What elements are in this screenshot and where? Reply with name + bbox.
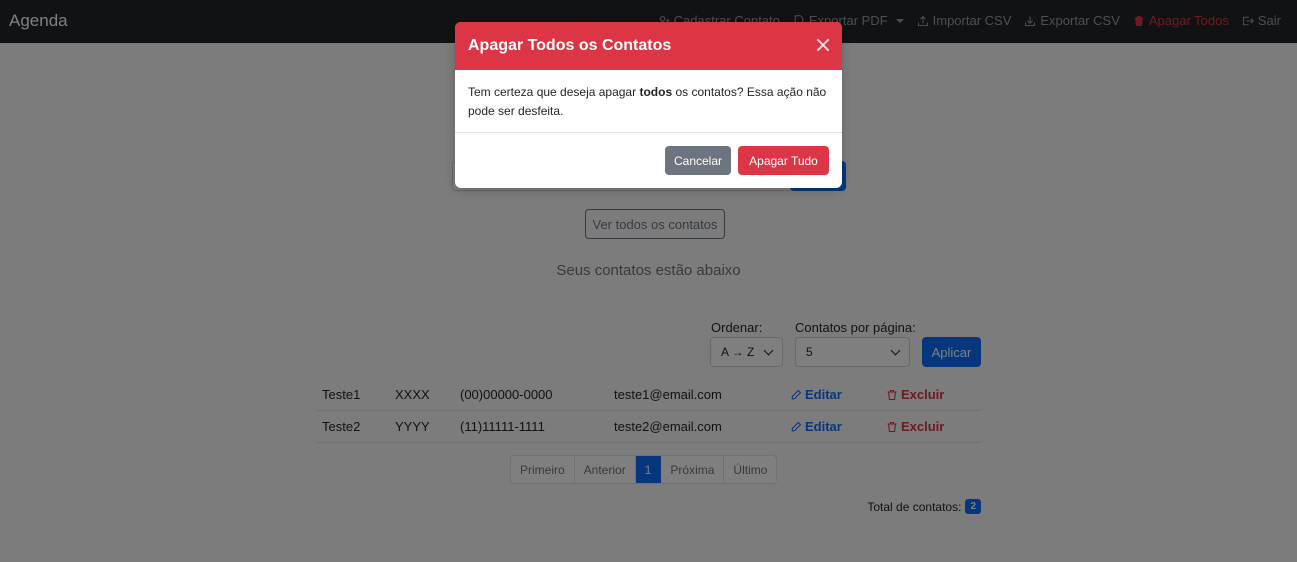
modal-body: Tem certeza que deseja apagar todos os c… xyxy=(455,70,842,133)
modal-header: Apagar Todos os Contatos xyxy=(455,22,842,70)
confirm-delete-modal: Apagar Todos os Contatos Tem certeza que… xyxy=(455,22,842,188)
modal-text-bold: todos xyxy=(639,85,673,99)
modal-footer: Cancelar Apagar Tudo xyxy=(455,133,842,188)
modal-title: Apagar Todos os Contatos xyxy=(468,37,672,54)
modal-text-prefix: Tem certeza que deseja apagar xyxy=(468,85,640,99)
confirm-delete-all-button[interactable]: Apagar Tudo xyxy=(738,146,829,175)
close-icon[interactable] xyxy=(816,38,830,52)
cancel-button[interactable]: Cancelar xyxy=(665,146,731,175)
